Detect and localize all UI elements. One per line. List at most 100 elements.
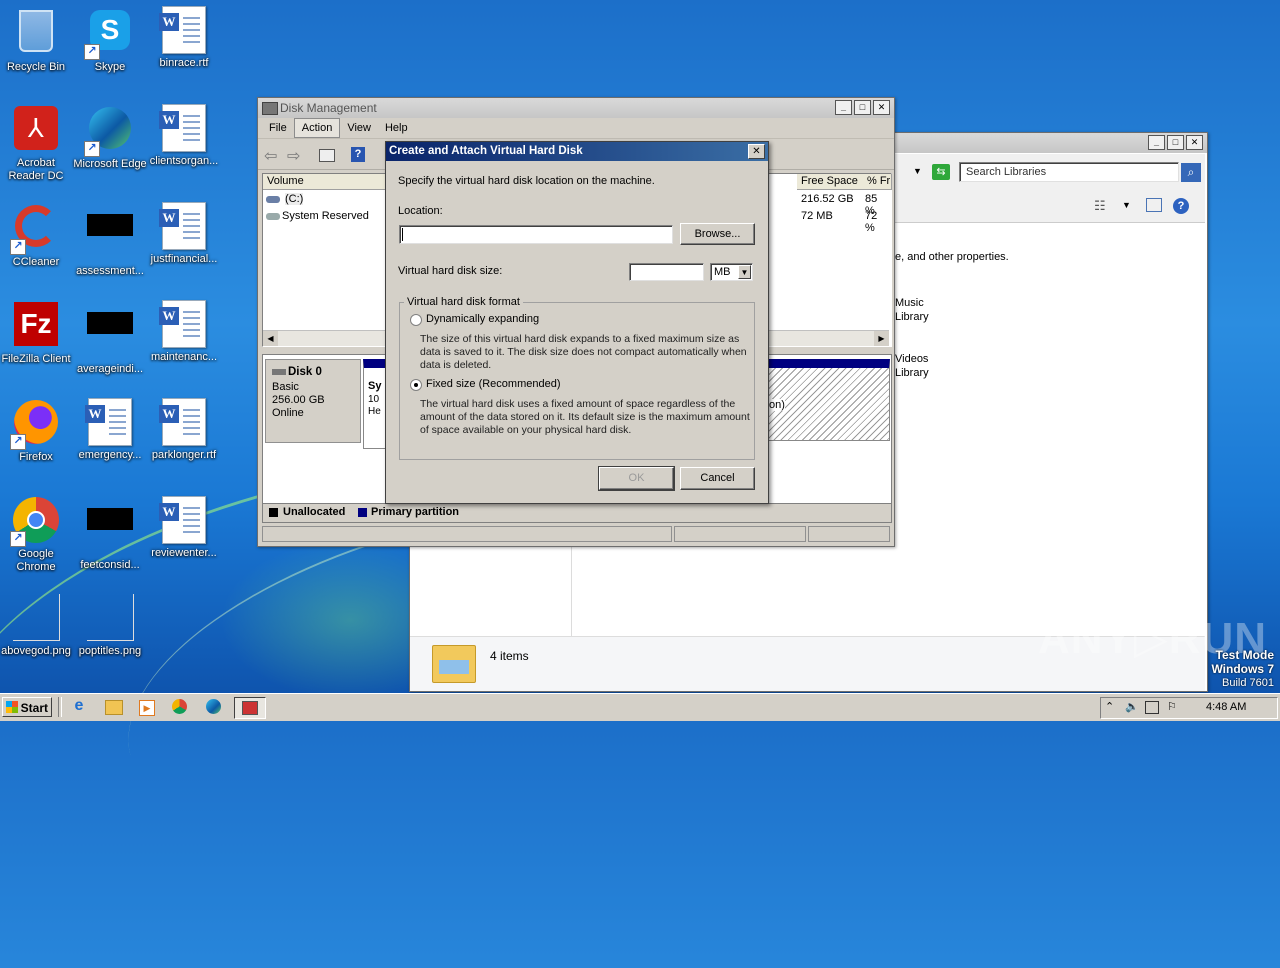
disk-management-taskbar-button[interactable] (234, 697, 266, 719)
menu-view[interactable]: View (340, 119, 378, 137)
desktop-icon-label: feetconsid... (80, 559, 140, 571)
ok-button[interactable]: OK (598, 466, 675, 491)
image-file-icon (12, 594, 60, 642)
word-document-icon: W (159, 202, 208, 250)
search-input[interactable]: Search Libraries (959, 162, 1179, 182)
desktop-icon[interactable]: ↗ CCleaner (0, 202, 74, 269)
location-input[interactable] (399, 225, 673, 244)
media-player-icon[interactable]: ▶ (136, 697, 158, 717)
menu-file[interactable]: File (262, 119, 294, 137)
desktop-icon-label: justfinancial... (150, 253, 218, 265)
word-document-icon: W (159, 398, 208, 446)
disk-management-titlebar[interactable]: Disk Management _ □ ✕ (258, 98, 894, 118)
column-header-pct-free[interactable]: % Fr (863, 174, 892, 190)
drive-icon (266, 213, 280, 220)
chrome-icon[interactable] (170, 697, 192, 717)
fixed-label[interactable]: Fixed size (Recommended) (426, 378, 561, 390)
dialog-titlebar[interactable]: Create and Attach Virtual Hard Disk ✕ (386, 142, 768, 161)
library-item-videos[interactable]: Videos Library (895, 352, 929, 380)
shortcut-arrow-icon: ↗ (10, 434, 26, 450)
desktop-icon[interactable]: Wemergency... (72, 398, 148, 462)
legend-unallocated-swatch (269, 508, 278, 517)
ie-icon[interactable]: e (68, 697, 90, 717)
desktop-icon[interactable]: Wbinrace.rtf (146, 6, 222, 70)
word-document-icon: W (159, 496, 208, 544)
chevron-down-icon[interactable]: ▼ (738, 265, 751, 279)
desktop-icon[interactable]: Wmaintenanc... (146, 300, 222, 364)
desktop-icon[interactable]: Wparklonger.rtf (146, 398, 222, 462)
minimize-button[interactable]: _ (835, 100, 852, 115)
scroll-left-icon[interactable]: ◀ (263, 331, 278, 346)
create-vhd-dialog[interactable]: Create and Attach Virtual Hard Disk ✕ Sp… (385, 141, 769, 504)
close-button[interactable]: ✕ (1186, 135, 1203, 150)
browse-button[interactable]: Browse... (680, 223, 755, 245)
desktop-icon[interactable]: averageindi... (72, 300, 148, 376)
cancel-button[interactable]: Cancel (680, 467, 755, 490)
fixed-description: The virtual hard disk uses a fixed amoun… (420, 398, 750, 436)
size-unit-select[interactable]: MB ▼ (710, 263, 753, 281)
desktop-icon[interactable]: Fz FileZilla Client (0, 300, 74, 366)
dropdown-arrow-icon[interactable]: ▼ (913, 166, 922, 176)
desktop-icon[interactable]: Wjustfinancial... (146, 202, 222, 266)
scroll-right-icon[interactable]: ▶ (874, 331, 889, 346)
desktop-icon[interactable]: Recycle Bin (0, 6, 74, 74)
show-hidden-icons-icon[interactable]: ⌃ (1105, 700, 1114, 713)
dynamic-label[interactable]: Dynamically expanding (426, 313, 539, 325)
disk-info-panel[interactable]: Disk 0 Basic 256.00 GB Online (265, 359, 361, 443)
help-icon[interactable]: ? (1173, 198, 1189, 214)
action-center-icon[interactable]: ⚐ (1167, 700, 1177, 713)
column-header-volume[interactable]: Volume (263, 174, 386, 190)
close-button[interactable]: ✕ (748, 144, 765, 159)
desktop-icon-label: Recycle Bin (6, 61, 66, 73)
menu-action[interactable]: Action (293, 118, 341, 138)
desktop-icon-label: CCleaner (12, 256, 60, 268)
desktop-icon[interactable]: poptitles.png (72, 594, 148, 658)
desktop-icon[interactable]: Wclientsorgan... (146, 104, 222, 168)
maximize-button[interactable]: □ (854, 100, 871, 115)
size-unit-value: MB (714, 266, 731, 278)
desktop-icon[interactable]: assessment... (72, 202, 148, 278)
size-input[interactable] (629, 263, 704, 281)
partition-c[interactable]: on) (768, 359, 890, 441)
desktop-icon-label: poptitles.png (78, 645, 142, 657)
desktop-icon[interactable]: ⅄ Acrobat Reader DC (0, 104, 74, 183)
desktop-icon-label: assessment... (76, 265, 144, 277)
desktop-icon[interactable]: feetconsid... (72, 496, 148, 572)
chevron-down-icon[interactable]: ▼ (1122, 200, 1131, 210)
start-button[interactable]: Start (2, 697, 52, 717)
explorer-folder-icon[interactable] (102, 697, 124, 717)
maximize-button[interactable]: □ (1167, 135, 1184, 150)
desktop-icon[interactable]: ↗ Microsoft Edge (72, 104, 148, 171)
search-icon[interactable]: ⌕ (1181, 163, 1201, 182)
column-header-free-space[interactable]: Free Space (797, 174, 866, 190)
dynamic-radio[interactable] (410, 314, 422, 326)
disk-name: Disk 0 (288, 366, 322, 378)
desktop-icon[interactable]: ↗ Firefox (0, 398, 74, 464)
desktop-icon[interactable]: ↗ Google Chrome (0, 496, 74, 574)
menu-help[interactable]: Help (378, 119, 415, 137)
clock[interactable]: 4:48 AM (1206, 701, 1246, 713)
close-button[interactable]: ✕ (873, 100, 890, 115)
preview-pane-icon[interactable] (1146, 198, 1162, 212)
windows-version-line: Windows 7 (1211, 662, 1274, 676)
back-icon[interactable]: ⇦ (264, 146, 277, 166)
legend-unallocated-label: Unallocated (283, 506, 346, 518)
desktop-icon[interactable]: abovegod.png (0, 594, 74, 658)
console-tree-icon[interactable] (319, 149, 335, 162)
desktop-icon[interactable]: Wreviewenter... (146, 496, 222, 560)
taskbar-divider (58, 697, 62, 717)
network-icon[interactable] (1145, 701, 1159, 714)
library-item-music[interactable]: Music Library (895, 296, 929, 324)
edge-icon[interactable] (204, 697, 226, 717)
disk-icon (272, 369, 286, 375)
forward-icon[interactable]: ⇨ (287, 146, 300, 166)
refresh-icon[interactable]: ⇆ (932, 164, 950, 180)
build-line: Build 7601 (1222, 677, 1274, 689)
help-icon[interactable]: ? (351, 147, 365, 162)
fixed-radio[interactable] (410, 379, 422, 391)
view-options-icon[interactable]: ☷ (1094, 198, 1106, 214)
minimize-button[interactable]: _ (1148, 135, 1165, 150)
desktop-icon[interactable]: S ↗ Skype (72, 6, 148, 74)
volume-pct-free: 72 % (865, 210, 878, 234)
volume-icon[interactable]: 🔈 (1125, 700, 1139, 713)
